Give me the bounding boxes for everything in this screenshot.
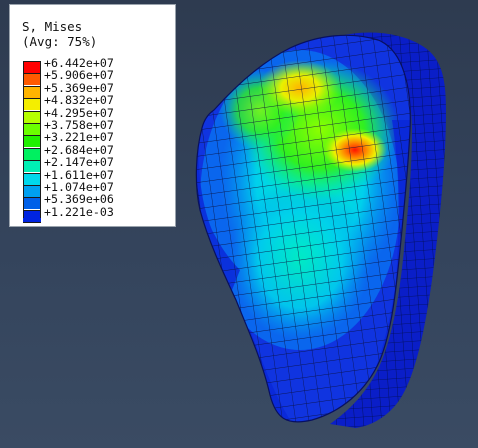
legend-row: +1.221e-03 bbox=[23, 204, 173, 223]
legend-value: +1.221e-03 bbox=[44, 204, 114, 219]
legend-title-averaging: (Avg: 75%) bbox=[22, 34, 98, 49]
viewport[interactable]: S, Mises (Avg: 75%) +6.442e+07 +5.906e+07 +… bbox=[0, 0, 478, 448]
legend-title: S, Mises (Avg: 75%) bbox=[22, 19, 97, 49]
legend-entries: +6.442e+07 +5.906e+07 +5.369e+07 +4.832e+07… bbox=[23, 56, 173, 223]
legend-swatch bbox=[23, 209, 41, 223]
stress-legend[interactable]: S, Mises (Avg: 75%) +6.442e+07 +5.906e+07 +… bbox=[9, 4, 176, 227]
legend-title-variable: S, Mises bbox=[22, 19, 83, 34]
